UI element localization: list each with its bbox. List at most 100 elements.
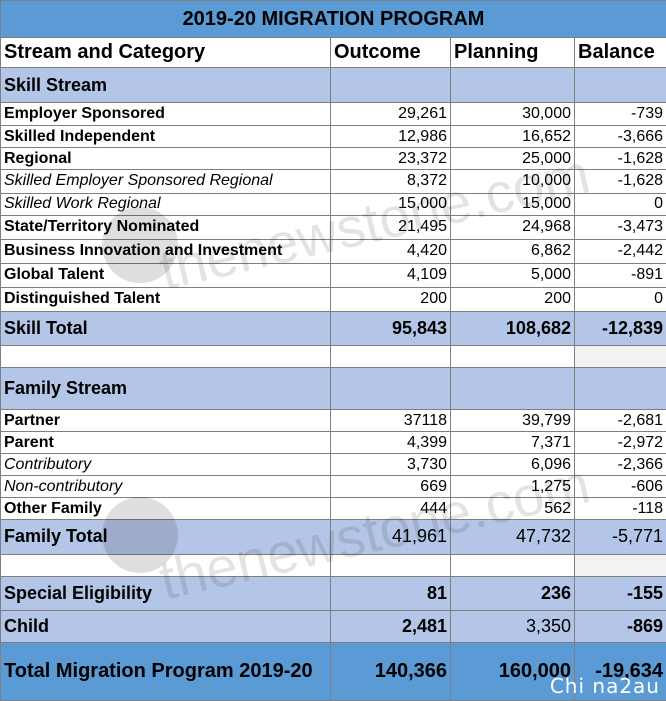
row-name: Non-contributory <box>0 475 331 499</box>
section-label: Family Stream <box>0 366 331 411</box>
table-row: Skilled Independent 12,986 16,652 -3,666 <box>0 125 666 149</box>
table-title: 2019-20 MIGRATION PROGRAM <box>0 0 666 39</box>
row-name: Other Family <box>0 497 331 521</box>
row-balance: -2,681 <box>573 409 666 433</box>
row-name: Business Innovation and Investment <box>0 238 331 264</box>
row-balance: -3,473 <box>573 214 666 240</box>
row-balance: -1,628 <box>573 169 666 194</box>
row-name: Partner <box>0 409 331 433</box>
family-total-row: Family Total 41,961 47,732 -5,771 <box>0 519 666 555</box>
table-row: Global Talent 4,109 5,000 -891 <box>0 262 666 288</box>
table-row: Contributory 3,730 6,096 -2,366 <box>0 453 666 477</box>
row-outcome: 29,261 <box>330 102 451 127</box>
header-category: Stream and Category <box>0 37 331 69</box>
row-planning: 25,000 <box>450 147 575 171</box>
table-row: Other Family 444 562 -118 <box>0 497 666 521</box>
row-planning: 6,096 <box>450 453 575 477</box>
total-planning: 47,732 <box>450 519 575 555</box>
table-row: Non-contributory 669 1,275 -606 <box>0 475 666 499</box>
row-name: Skilled Independent <box>0 125 331 149</box>
header-outcome: Outcome <box>330 37 451 69</box>
total-name: Special Eligibility <box>0 575 331 611</box>
total-balance: -5,771 <box>573 519 666 555</box>
row-outcome: 8,372 <box>330 169 451 194</box>
spacer-row <box>0 344 666 368</box>
row-name: Parent <box>0 431 331 455</box>
row-outcome: 200 <box>330 286 451 312</box>
row-balance: -891 <box>573 262 666 288</box>
table-row: Business Innovation and Investment 4,420… <box>0 238 666 264</box>
row-planning: 24,968 <box>450 214 575 240</box>
row-planning: 200 <box>450 286 575 312</box>
row-planning: 16,652 <box>450 125 575 149</box>
row-balance: 0 <box>573 192 666 216</box>
total-name: Child <box>0 609 331 643</box>
row-outcome: 669 <box>330 475 451 499</box>
row-planning: 1,275 <box>450 475 575 499</box>
table-title-row: 2019-20 MIGRATION PROGRAM <box>0 0 666 39</box>
row-balance: -739 <box>573 102 666 127</box>
table-row: State/Territory Nominated 21,495 24,968 … <box>0 214 666 240</box>
row-name: Skilled Employer Sponsored Regional <box>0 169 331 194</box>
total-name: Family Total <box>0 519 331 555</box>
total-outcome: 140,366 <box>330 641 451 701</box>
total-balance: -12,839 <box>573 310 666 346</box>
row-outcome: 12,986 <box>330 125 451 149</box>
row-planning: 5,000 <box>450 262 575 288</box>
table-row: Distinguished Talent 200 200 0 <box>0 286 666 312</box>
child-row: Child 2,481 3,350 -869 <box>0 609 666 643</box>
row-planning: 562 <box>450 497 575 521</box>
spacer-row <box>0 553 666 577</box>
total-planning: 108,682 <box>450 310 575 346</box>
table-row: Skilled Employer Sponsored Regional 8,37… <box>0 169 666 194</box>
row-outcome: 4,109 <box>330 262 451 288</box>
row-outcome: 4,399 <box>330 431 451 455</box>
row-name: Skilled Work Regional <box>0 192 331 216</box>
total-outcome: 2,481 <box>330 609 451 643</box>
table-row: Parent 4,399 7,371 -2,972 <box>0 431 666 455</box>
row-balance: 0 <box>573 286 666 312</box>
row-name: Global Talent <box>0 262 331 288</box>
row-planning: 10,000 <box>450 169 575 194</box>
row-name: State/Territory Nominated <box>0 214 331 240</box>
section-row-skill-stream: Skill Stream <box>0 67 666 104</box>
total-name: Total Migration Program 2019-20 <box>0 641 331 701</box>
row-outcome: 444 <box>330 497 451 521</box>
row-balance: -1,628 <box>573 147 666 171</box>
row-outcome: 23,372 <box>330 147 451 171</box>
row-balance: -118 <box>573 497 666 521</box>
section-label: Skill Stream <box>0 67 331 104</box>
row-balance: -2,366 <box>573 453 666 477</box>
row-balance: -606 <box>573 475 666 499</box>
row-outcome: 4,420 <box>330 238 451 264</box>
row-name: Distinguished Talent <box>0 286 331 312</box>
table-row: Employer Sponsored 29,261 30,000 -739 <box>0 102 666 127</box>
row-planning: 39,799 <box>450 409 575 433</box>
row-name: Employer Sponsored <box>0 102 331 127</box>
row-planning: 6,862 <box>450 238 575 264</box>
row-balance: -2,972 <box>573 431 666 455</box>
table-row: Skilled Work Regional 15,000 15,000 0 <box>0 192 666 216</box>
header-planning: Planning <box>450 37 575 69</box>
section-row-family-stream: Family Stream <box>0 366 666 411</box>
row-planning: 15,000 <box>450 192 575 216</box>
total-balance: -155 <box>573 575 666 611</box>
row-outcome: 21,495 <box>330 214 451 240</box>
row-outcome: 15,000 <box>330 192 451 216</box>
row-outcome: 37118 <box>330 409 451 433</box>
total-outcome: 95,843 <box>330 310 451 346</box>
skill-total-row: Skill Total 95,843 108,682 -12,839 <box>0 310 666 346</box>
row-planning: 7,371 <box>450 431 575 455</box>
row-balance: -2,442 <box>573 238 666 264</box>
row-outcome: 3,730 <box>330 453 451 477</box>
table-row: Partner 37118 39,799 -2,681 <box>0 409 666 433</box>
row-name: Regional <box>0 147 331 171</box>
table-row: Regional 23,372 25,000 -1,628 <box>0 147 666 171</box>
total-name: Skill Total <box>0 310 331 346</box>
total-balance: -869 <box>573 609 666 643</box>
header-balance: Balance <box>573 37 666 69</box>
total-planning: 236 <box>450 575 575 611</box>
row-name: Contributory <box>0 453 331 477</box>
row-balance: -3,666 <box>573 125 666 149</box>
migration-program-table: 2019-20 MIGRATION PROGRAM Stream and Cat… <box>0 0 666 701</box>
